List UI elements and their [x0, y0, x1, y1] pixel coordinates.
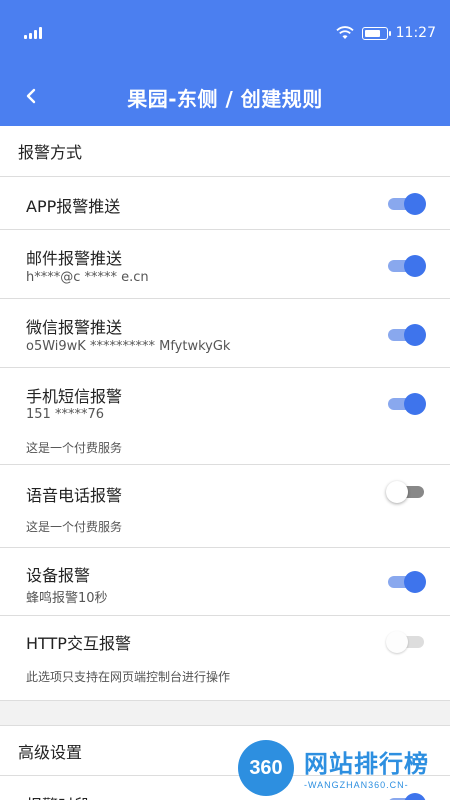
email-value: h****@c ***** e.cn [26, 270, 149, 285]
toggle-sms-alarm[interactable] [386, 392, 426, 415]
paid-service-note: 这是一个付费服务 [26, 441, 123, 455]
status-bar: 11:27 [0, 0, 450, 66]
row-voice-call-alarm: 语音电话报警 这是一个付费服务 [0, 465, 450, 548]
row-label: APP报警推送 [26, 197, 121, 216]
battery-level [364, 29, 380, 37]
wechat-value: o5Wi9wK ********** MfytwkyGk [26, 339, 231, 354]
row-label: 报警时段 [26, 792, 90, 800]
wifi-icon [336, 26, 354, 39]
settings-content: 报警方式 APP报警推送 邮件报警推送 h****@c ***** e.cn 微… [0, 126, 450, 800]
row-email-push: 邮件报警推送 h****@c ***** e.cn [0, 230, 450, 299]
row-label: 微信报警推送 [26, 318, 123, 337]
toggle-voice-call-alarm[interactable] [386, 480, 426, 503]
row-label: 设备报警 [26, 566, 91, 585]
status-time: 11:27 [395, 25, 436, 41]
paid-service-note: 这是一个付费服务 [26, 520, 123, 534]
battery-icon [361, 26, 391, 40]
section-gap [0, 701, 450, 725]
section-header-alarm: 报警方式 [0, 126, 450, 177]
watermark-text: 网站排行榜 [304, 750, 429, 778]
row-sms-alarm: 手机短信报警 151 *****76 这是一个付费服务 [0, 368, 450, 465]
row-device-alarm: 设备报警 蜂鸣报警10秒 [0, 548, 450, 616]
device-alarm-value: 蜂鸣报警10秒 [26, 591, 108, 606]
status-right: 11:27 [336, 24, 436, 42]
toggle-http-alarm[interactable] [386, 630, 426, 653]
nav-bar: 果园-东侧 / 创建规则 [0, 66, 450, 126]
signal-icon [24, 27, 44, 39]
watermark-sub: -WANGZHAN360.CN- [304, 780, 409, 790]
toggle-email-push[interactable] [386, 254, 426, 277]
row-label: 手机短信报警 [26, 387, 123, 406]
watermark-logo: 360 网站排行榜 -WANGZHAN360.CN- [238, 736, 450, 800]
row-label: 邮件报警推送 [26, 249, 123, 268]
row-label: HTTP交互报警 [26, 634, 131, 653]
row-http-alarm: HTTP交互报警 此选项只支持在网页端控制台进行操作 [0, 616, 450, 701]
row-label: 语音电话报警 [26, 486, 123, 505]
toggle-wechat-push[interactable] [386, 323, 426, 346]
sms-value: 151 *****76 [26, 407, 104, 422]
page-title: 果园-东侧 / 创建规则 [127, 87, 323, 111]
console-only-note: 此选项只支持在网页端控制台进行操作 [26, 670, 231, 684]
row-wechat-push: 微信报警推送 o5Wi9wK ********** MfytwkyGk [0, 299, 450, 368]
row-app-push: APP报警推送 [0, 177, 450, 230]
watermark-badge: 360 [238, 740, 294, 796]
toggle-device-alarm[interactable] [386, 570, 426, 593]
toggle-app-push[interactable] [386, 192, 426, 215]
